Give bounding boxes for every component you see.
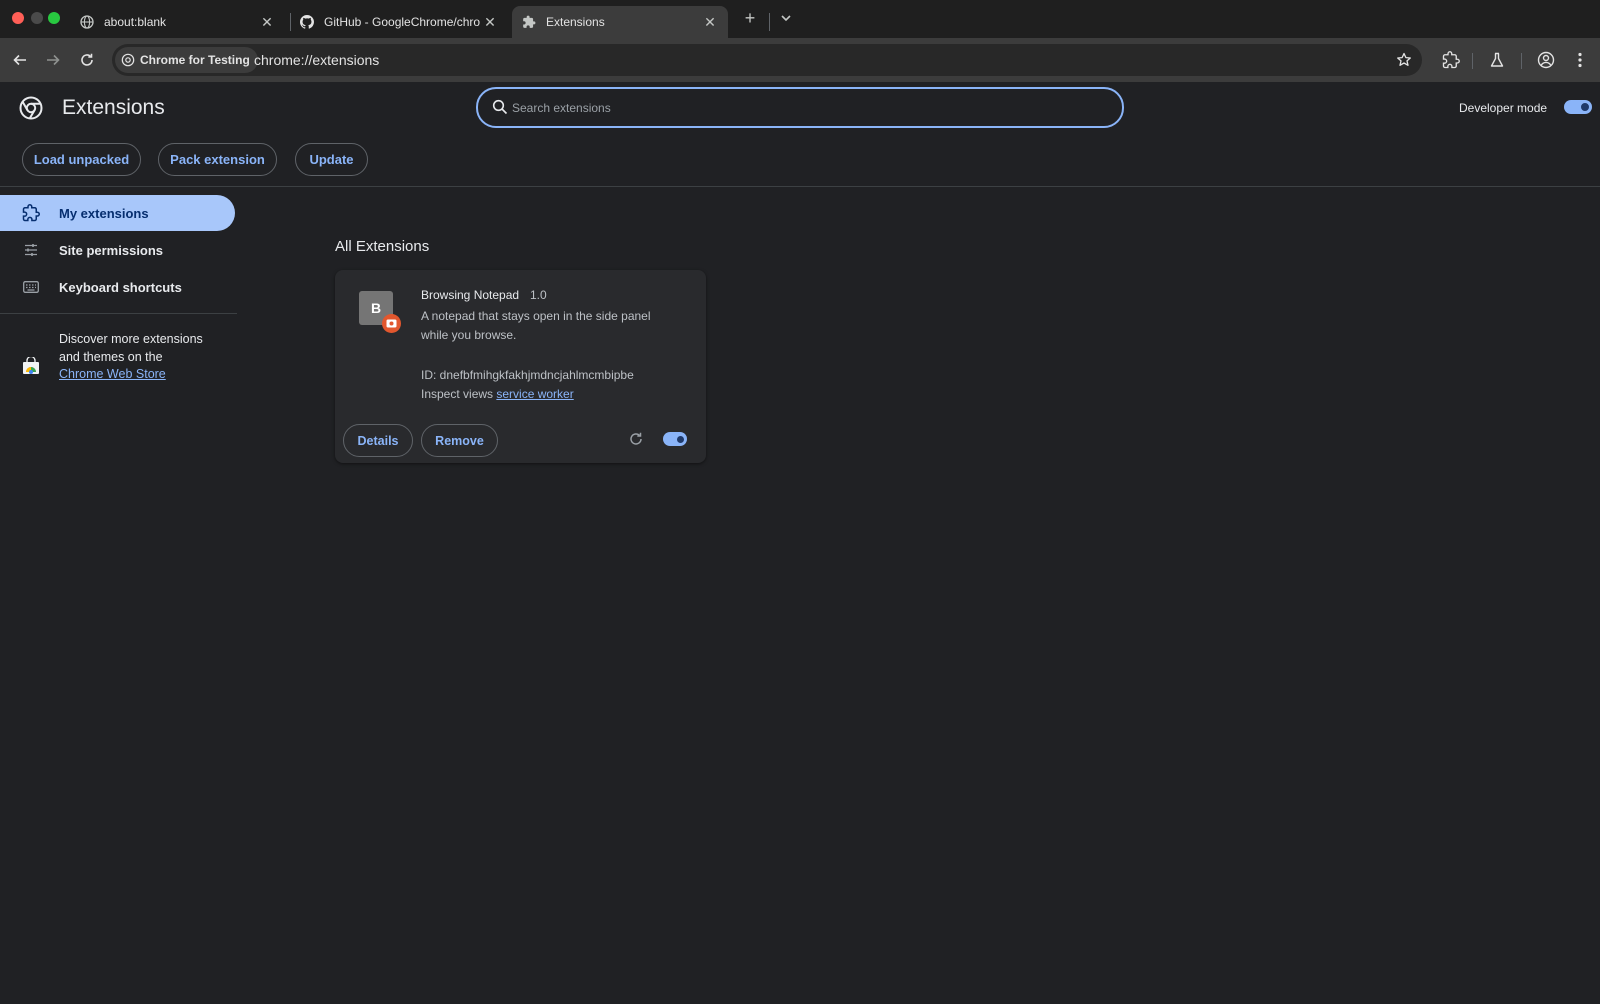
- remove-button[interactable]: Remove: [421, 424, 498, 457]
- extension-icon-letter: B: [370, 300, 382, 316]
- tab-title: Extensions: [546, 15, 605, 29]
- chrome-web-store-icon: [23, 357, 39, 374]
- back-button[interactable]: [8, 48, 32, 72]
- window-minimize-button[interactable]: [31, 12, 43, 24]
- webstore-promo-copy: Discover more extensions and themes on t…: [59, 332, 203, 364]
- tab-github[interactable]: GitHub - GoogleChrome/chro ✕: [290, 6, 508, 38]
- puzzle-icon: [522, 15, 536, 29]
- tab-about-blank[interactable]: about:blank ✕: [70, 6, 285, 38]
- forward-button[interactable]: [41, 48, 65, 72]
- pack-extension-button[interactable]: Pack extension: [158, 143, 277, 176]
- webstore-promo-text: Discover more extensions and themes on t…: [59, 331, 209, 384]
- profile-icon[interactable]: [1536, 50, 1556, 70]
- globe-icon: [80, 15, 94, 29]
- service-worker-link[interactable]: service worker: [496, 387, 573, 401]
- extensions-puzzle-icon[interactable]: [1441, 50, 1461, 70]
- record-badge-icon: [382, 314, 401, 333]
- developer-mode-label: Developer mode: [1459, 101, 1548, 115]
- url-text[interactable]: chrome://extensions: [254, 52, 379, 68]
- extension-name: Browsing Notepad: [421, 288, 520, 302]
- labs-flask-icon[interactable]: [1487, 50, 1507, 70]
- chevron-down-icon[interactable]: [779, 11, 793, 25]
- puzzle-outline-icon: [21, 203, 41, 223]
- extension-id: ID: dnefbfmihgkfakhjmdncjahlmcmbipbe: [421, 368, 634, 382]
- arrow-left-icon: [13, 54, 26, 66]
- toolbar-separator: [1472, 53, 1473, 69]
- section-title: All Extensions: [335, 238, 430, 255]
- github-icon: [300, 15, 314, 29]
- chrome-icon: [121, 53, 135, 67]
- browser-toolbar: Chrome for Testing chrome://extensions: [0, 38, 1600, 82]
- reload-button[interactable]: [75, 48, 99, 72]
- inspect-views-label: Inspect views: [421, 387, 494, 401]
- sidebar-item-label: Site permissions: [59, 242, 164, 258]
- inspect-views: Inspect views service worker: [421, 387, 574, 401]
- tab-title: GitHub - GoogleChrome/chro: [324, 15, 481, 29]
- sidebar-item-keyboard-shortcuts[interactable]: Keyboard shortcuts: [0, 269, 235, 305]
- new-tab-button[interactable]: +: [740, 9, 760, 29]
- sidebar-item-label: Keyboard shortcuts: [59, 279, 182, 295]
- extension-version: 1.0: [530, 288, 547, 302]
- sliders-icon: [21, 240, 41, 260]
- chrome-web-store-link[interactable]: Chrome Web Store: [59, 367, 166, 381]
- bookmark-star-icon[interactable]: [1396, 52, 1412, 68]
- arrow-right-icon: [47, 54, 60, 66]
- close-icon[interactable]: ✕: [482, 14, 498, 30]
- keyboard-icon: [21, 277, 41, 297]
- chip-label: Chrome for Testing: [140, 53, 250, 67]
- sidebar-divider: [0, 313, 237, 314]
- tab-extensions[interactable]: Extensions ✕: [512, 6, 728, 38]
- chrome-for-testing-chip[interactable]: Chrome for Testing: [115, 47, 258, 73]
- page-title: Extensions: [62, 96, 165, 119]
- tab-strip: about:blank ✕ GitHub - GoogleChrome/chro…: [0, 0, 1600, 38]
- sidebar-item-site-permissions[interactable]: Site permissions: [0, 232, 235, 268]
- window-close-button[interactable]: [12, 12, 24, 24]
- tab-separator: [769, 13, 770, 31]
- toolbar-separator: [1521, 53, 1522, 69]
- reload-extension-icon[interactable]: [628, 431, 644, 447]
- update-button[interactable]: Update: [295, 143, 368, 176]
- extension-description: A notepad that stays open in the side pa…: [421, 309, 651, 342]
- more-menu-icon[interactable]: [1570, 50, 1590, 70]
- close-icon[interactable]: ✕: [259, 14, 275, 30]
- window-maximize-button[interactable]: [48, 12, 60, 24]
- sidebar-item-label: My extensions: [59, 205, 149, 221]
- developer-mode-toggle[interactable]: [1564, 100, 1592, 114]
- extension-card: B Browsing Notepad 1.0 A notepad that st…: [335, 270, 706, 463]
- search-box[interactable]: [476, 87, 1124, 128]
- details-button[interactable]: Details: [343, 424, 413, 457]
- address-bar[interactable]: Chrome for Testing chrome://extensions: [112, 44, 1422, 76]
- sidebar-item-my-extensions[interactable]: My extensions: [0, 195, 235, 231]
- search-icon: [492, 99, 508, 115]
- tab-title: about:blank: [104, 15, 167, 29]
- close-icon[interactable]: ✕: [702, 14, 718, 30]
- header-divider: [0, 186, 1600, 187]
- search-input[interactable]: [512, 97, 1092, 119]
- reload-icon: [81, 53, 93, 66]
- extension-enable-toggle[interactable]: [663, 432, 687, 446]
- load-unpacked-button[interactable]: Load unpacked: [22, 143, 141, 176]
- extensions-logo-icon: [19, 96, 43, 120]
